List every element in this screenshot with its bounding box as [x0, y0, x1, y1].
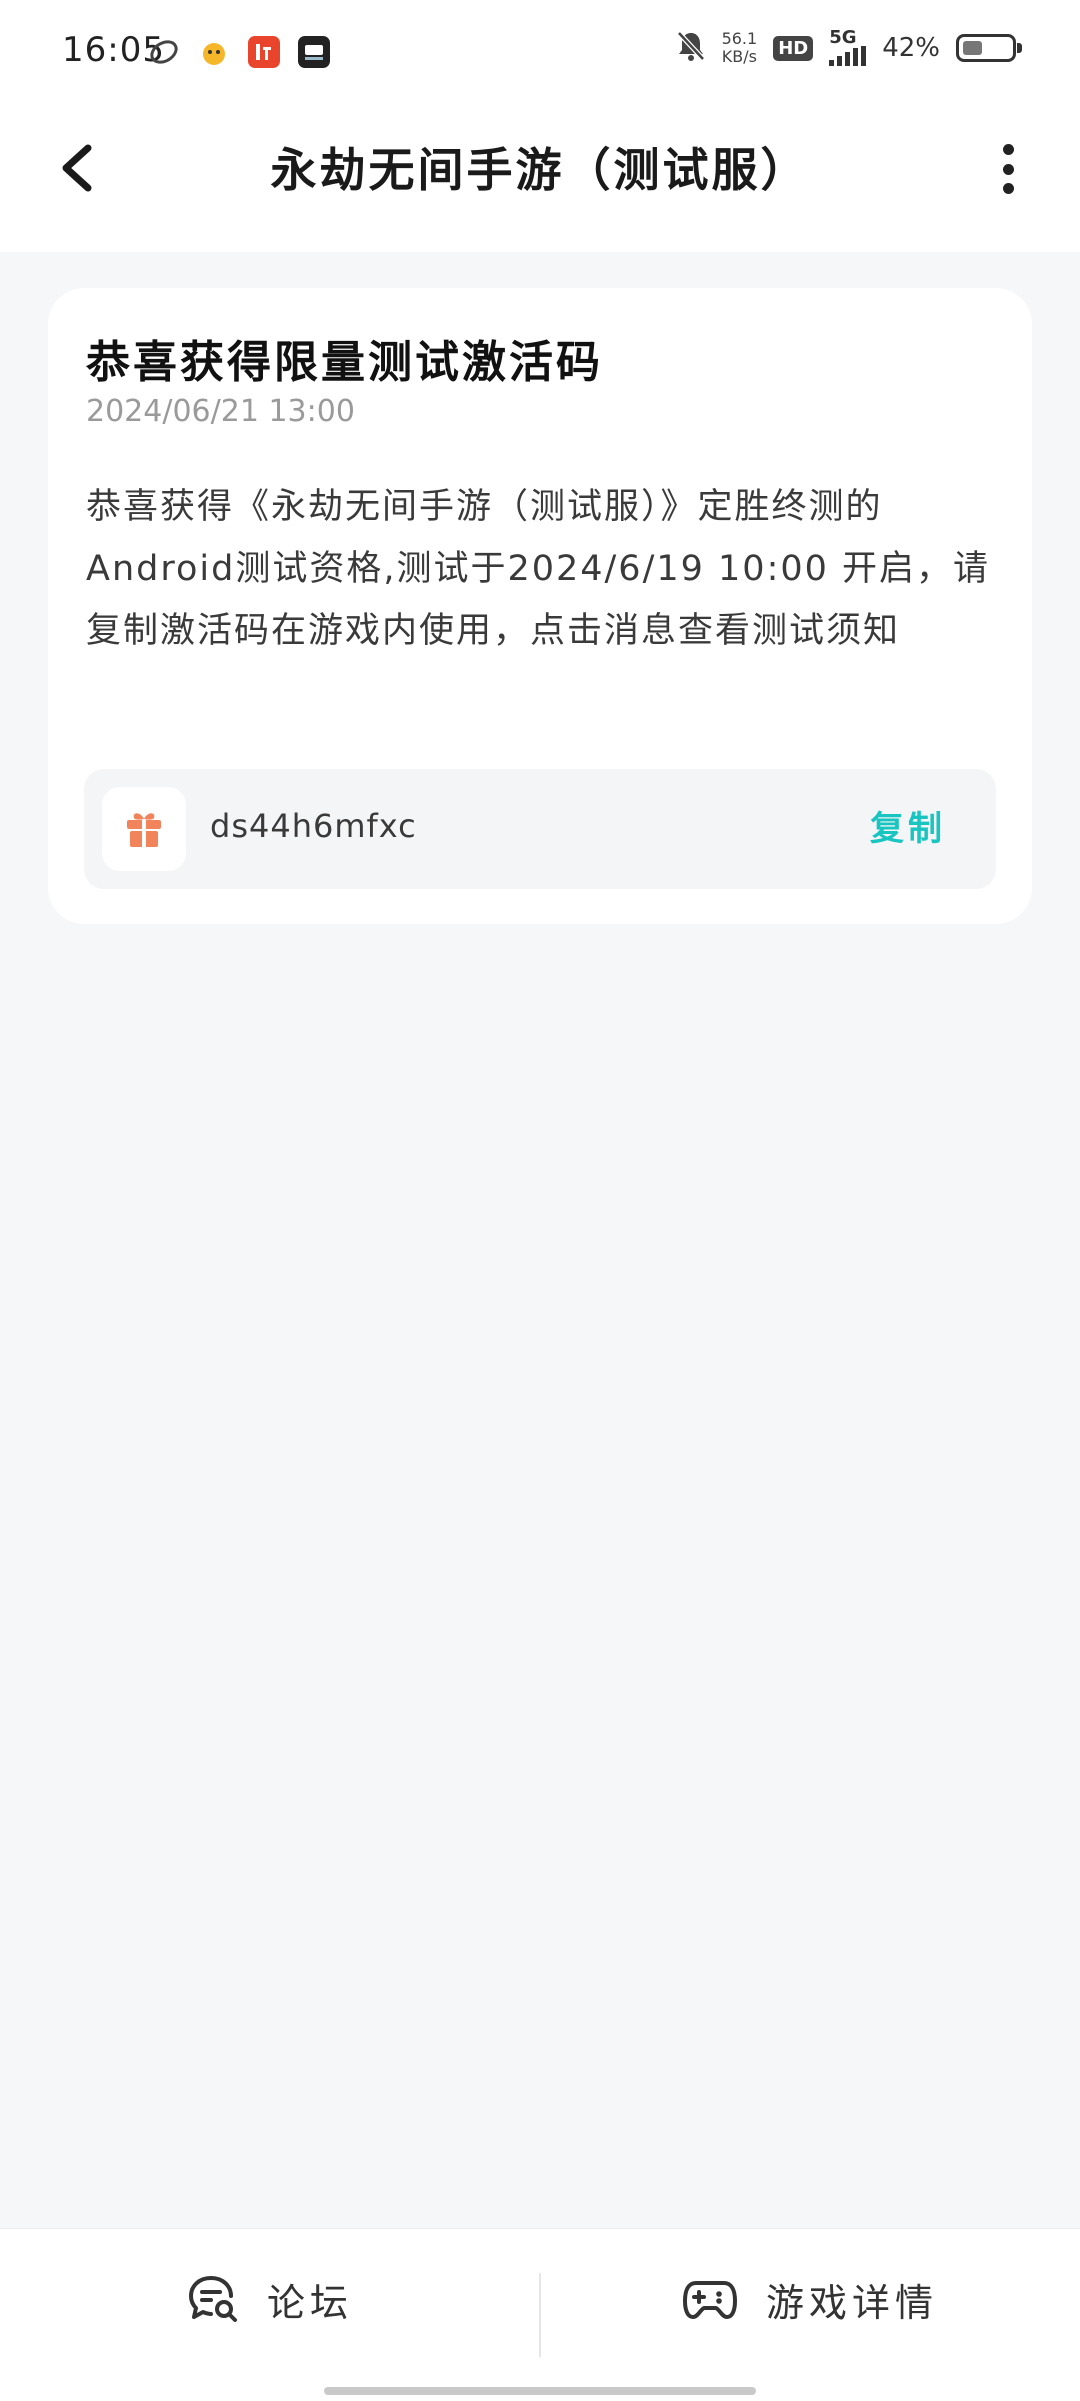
- duck-app-icon: [198, 36, 230, 68]
- network-speed: 56.1 KB/s: [721, 29, 758, 66]
- battery-icon: [956, 34, 1022, 62]
- cellular-signal: 5G: [829, 27, 867, 66]
- more-dot-icon: [1002, 144, 1014, 155]
- message-card[interactable]: 恭喜获得限量测试激活码 2024/06/21 13:00 恭喜获得《永劫无间手游…: [48, 288, 1032, 924]
- more-dot-icon: [1002, 183, 1014, 194]
- top-navigation-bar: 永劫无间手游（测试服）: [0, 100, 1080, 252]
- message-date: 2024/06/21 13:00: [86, 394, 355, 429]
- gift-icon: [102, 787, 186, 871]
- paper-plane-icon: [148, 36, 180, 68]
- network-type: 5G: [829, 27, 857, 48]
- game-details-button[interactable]: 游戏详情: [540, 2229, 1080, 2369]
- battery-level-fill: [963, 41, 982, 55]
- activation-code-box: ds44h6mfxc 复制: [84, 769, 996, 889]
- chevron-left-icon: [62, 144, 92, 192]
- back-button[interactable]: [50, 138, 110, 198]
- listen-app-icon: [248, 36, 280, 68]
- message-title: 恭喜获得限量测试激活码: [86, 337, 603, 388]
- home-indicator[interactable]: [324, 2387, 756, 2395]
- forum-label: 论坛: [266, 2280, 353, 2325]
- copy-code-button[interactable]: 复制: [870, 801, 946, 850]
- game-details-label: 游戏详情: [765, 2280, 938, 2325]
- gamepad-icon: [682, 2281, 737, 2319]
- bottom-action-bar: 论坛 游戏详情: [0, 2228, 1080, 2401]
- more-options-button[interactable]: [996, 144, 1020, 194]
- more-dot-icon: [1002, 163, 1014, 175]
- signal-bars-icon: [829, 46, 867, 66]
- status-bar: 16:05 56.1 KB/s HD 5G 42%: [0, 0, 1080, 100]
- forum-button[interactable]: 论坛: [0, 2229, 540, 2369]
- video-app-icon: [298, 36, 330, 68]
- page-title: 永劫无间手游（测试服）: [270, 143, 810, 197]
- status-indicators: 56.1 KB/s HD 5G 42%: [676, 27, 1022, 66]
- forum-chat-icon: [188, 2276, 237, 2322]
- battery-percent: 42%: [882, 33, 940, 63]
- activation-code: ds44h6mfxc: [210, 807, 417, 845]
- status-app-icons: [148, 36, 330, 68]
- mute-bell-icon: [676, 30, 706, 66]
- hd-voice-badge: HD: [773, 35, 814, 61]
- message-body: 恭喜获得《永劫无间手游（测试服）》定胜终测的Android测试资格,测试于202…: [86, 487, 991, 651]
